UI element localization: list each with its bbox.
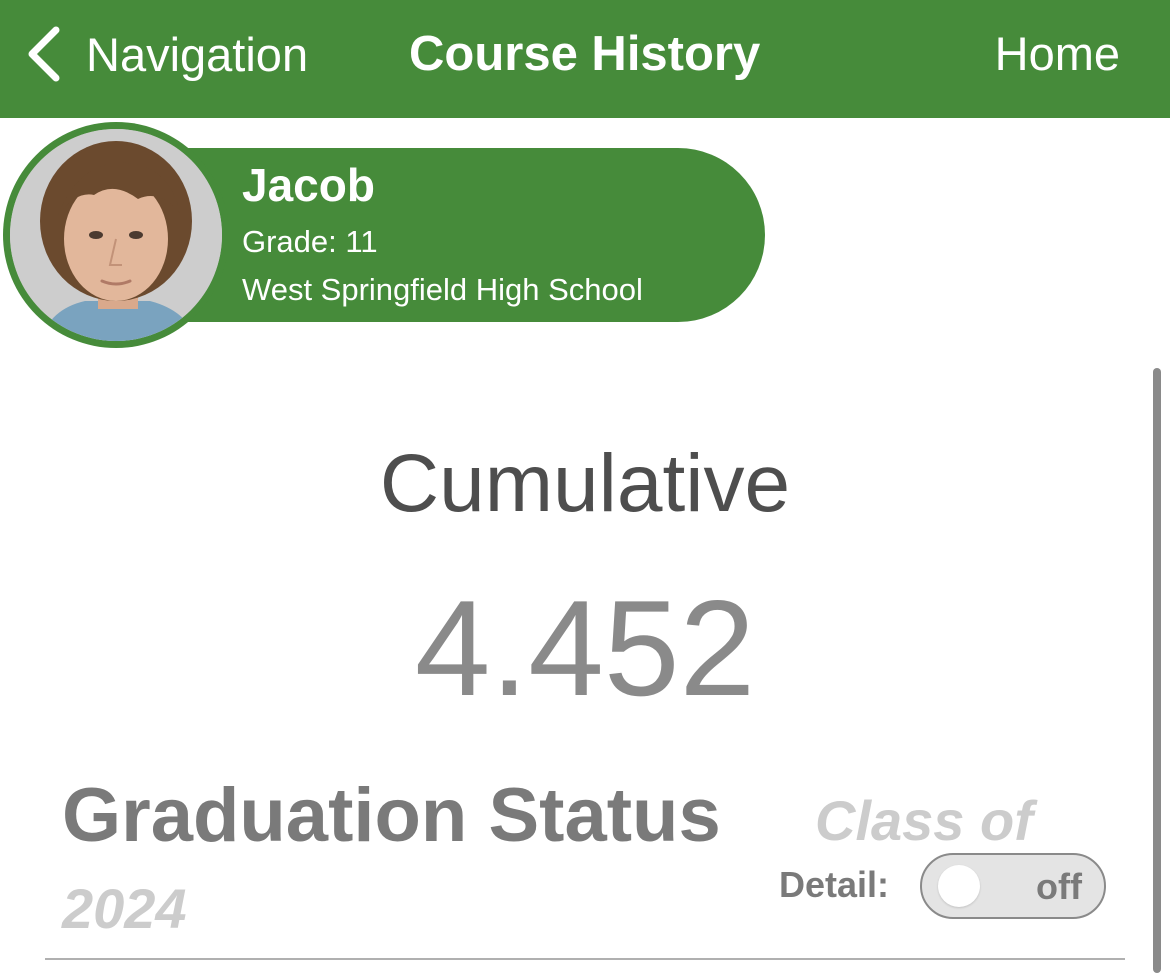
home-button[interactable]: Home	[995, 26, 1120, 81]
class-year: 2024	[62, 877, 187, 940]
student-grade: Grade: 11	[242, 224, 378, 259]
student-school: West Springfield High School	[242, 272, 643, 307]
cumulative-gpa-label: Cumulative	[379, 438, 791, 529]
page-title: Course History	[409, 27, 761, 81]
class-of-label: Class of	[815, 789, 1033, 852]
avatar	[10, 129, 222, 341]
back-button[interactable]: Navigation	[22, 18, 308, 90]
chevron-left-icon	[28, 26, 60, 82]
cumulative-gpa-value: 4.452	[414, 572, 756, 724]
student-photo	[10, 129, 222, 341]
graduation-status-title: Graduation Status	[62, 773, 721, 858]
toggle-knob	[938, 865, 980, 907]
toggle-state-text: off	[1036, 866, 1082, 907]
back-button-label: Navigation	[86, 27, 309, 81]
navigation-bar: Navigation Course History Home	[0, 0, 1170, 118]
section-divider	[45, 958, 1125, 960]
detail-label: Detail:	[779, 864, 890, 905]
student-name: Jacob	[242, 159, 375, 211]
detail-toggle[interactable]: off	[920, 853, 1106, 919]
